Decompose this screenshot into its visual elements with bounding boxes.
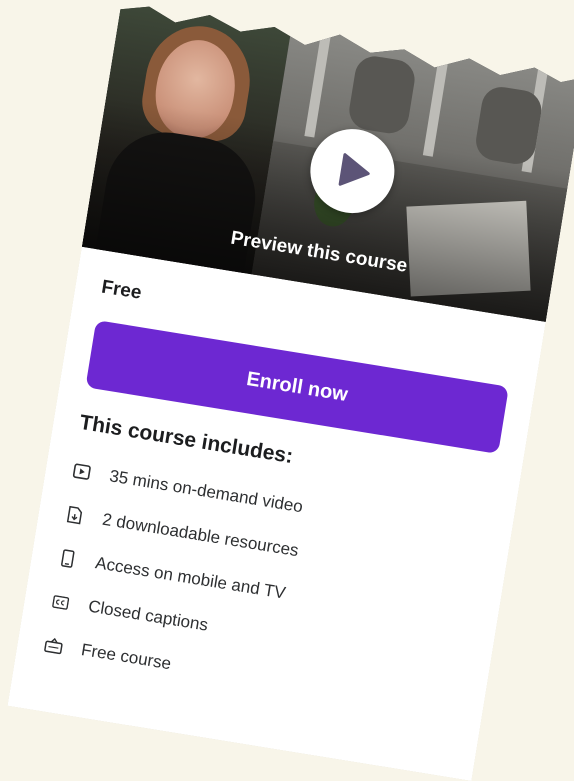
closed-captions-icon xyxy=(49,591,72,614)
item-label: Free course xyxy=(79,640,173,674)
download-file-icon xyxy=(63,504,86,527)
item-label: Closed captions xyxy=(86,596,210,635)
play-icon xyxy=(338,152,373,190)
video-icon xyxy=(70,460,93,483)
certificate-icon xyxy=(42,634,65,657)
course-card: Preview this course Free Enroll now This… xyxy=(7,0,574,781)
mobile-icon xyxy=(56,547,79,570)
